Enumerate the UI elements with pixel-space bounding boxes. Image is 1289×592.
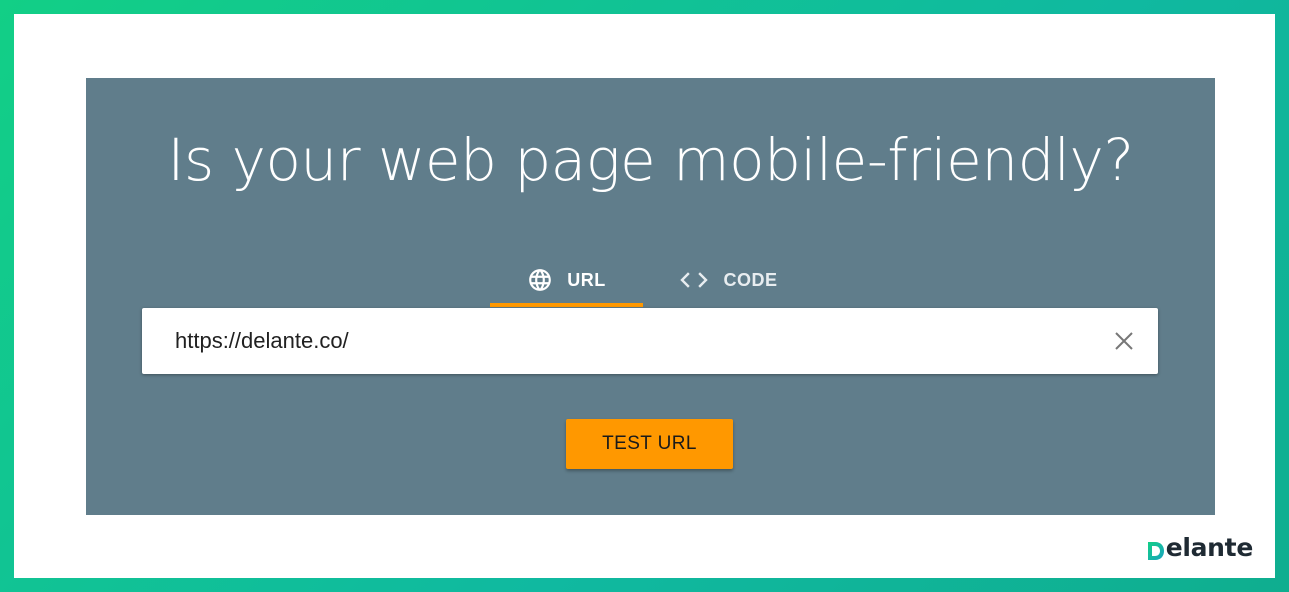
tab-url-label: URL — [567, 269, 606, 290]
tab-code[interactable]: CODE — [657, 253, 800, 307]
delante-logo: elante — [1147, 533, 1253, 562]
tab-code-label: CODE — [723, 269, 778, 290]
page-title: Is your web page mobile-friendly? — [167, 126, 1134, 194]
url-field-container — [142, 308, 1158, 374]
close-icon[interactable] — [1112, 329, 1136, 353]
input-mode-tabs: URL CODE — [490, 253, 800, 307]
code-brackets-icon — [679, 270, 709, 290]
tab-url[interactable]: URL — [490, 253, 643, 307]
page-content: Is your web page mobile-friendly? URL CO… — [14, 14, 1275, 578]
delante-logo-mark — [1147, 538, 1165, 560]
delante-logo-text: elante — [1165, 533, 1254, 562]
url-input[interactable] — [175, 308, 1075, 374]
page-frame: Is your web page mobile-friendly? URL CO… — [0, 0, 1289, 592]
globe-icon — [527, 267, 553, 293]
mobile-test-panel: Is your web page mobile-friendly? URL CO… — [86, 78, 1215, 515]
test-url-button[interactable]: TEST URL — [566, 419, 733, 469]
